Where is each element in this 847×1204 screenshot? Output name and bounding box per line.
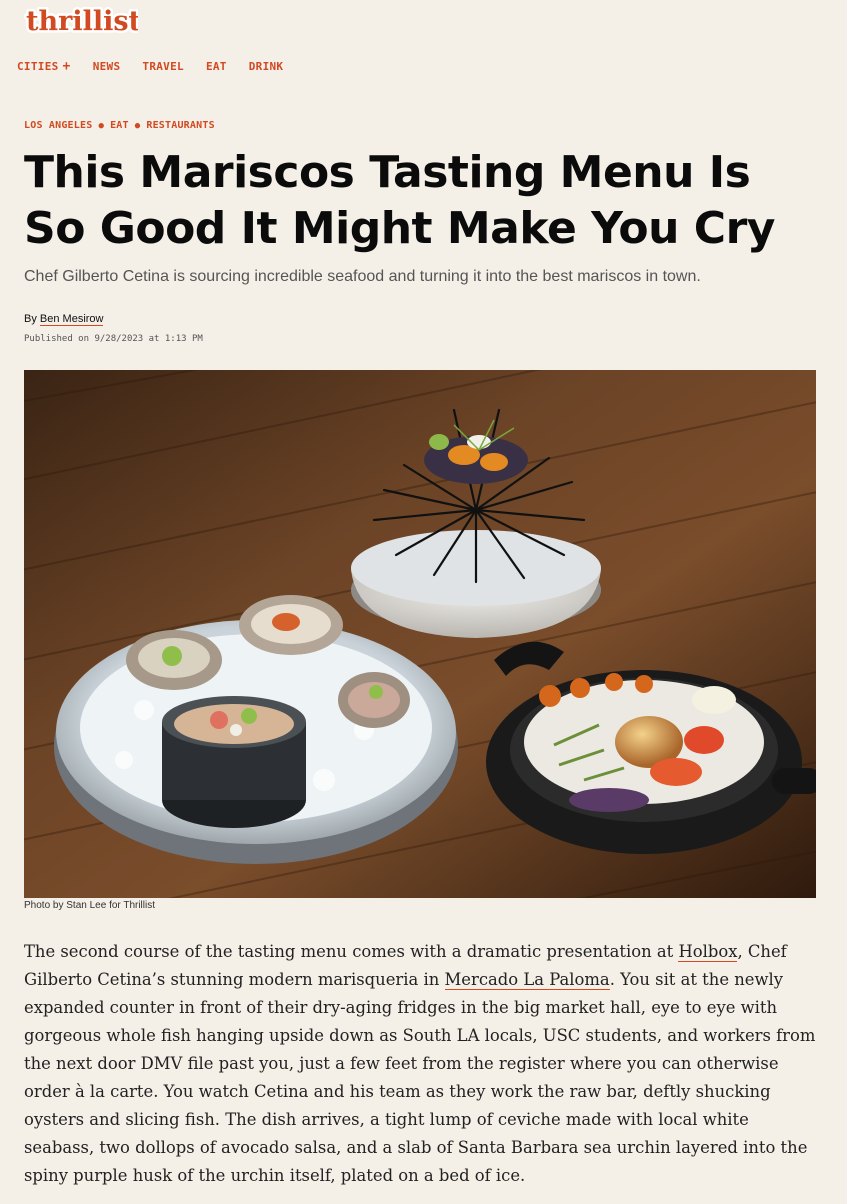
logo-wordmark: thrillist bbox=[24, 4, 138, 38]
breadcrumb-separator: ● bbox=[134, 120, 141, 131]
svg-text:thrillist: thrillist bbox=[26, 6, 138, 37]
thrillist-logo[interactable]: thrillist bbox=[24, 4, 138, 38]
byline: By Ben Mesirow bbox=[24, 313, 104, 326]
breadcrumb-restaurants[interactable]: RESTAURANTS bbox=[146, 120, 214, 131]
nav-item-drink[interactable]: DRINK bbox=[249, 60, 284, 73]
nav-item-eat[interactable]: EAT bbox=[206, 60, 227, 73]
breadcrumb-los-angeles[interactable]: LOS ANGELES bbox=[24, 120, 92, 131]
published-date: Published on 9/28/2023 at 1:13 PM bbox=[24, 334, 203, 344]
hero-image bbox=[24, 370, 816, 898]
body-text-segment: The second course of the tasting menu co… bbox=[24, 942, 679, 961]
nav-item-news[interactable]: NEWS bbox=[93, 60, 121, 73]
hero-caption: Photo by Stan Lee for Thrillist bbox=[24, 900, 155, 911]
article-paragraph: The second course of the tasting menu co… bbox=[24, 938, 824, 1190]
breadcrumb-eat[interactable]: EAT bbox=[110, 120, 129, 131]
hero-image-illustration bbox=[24, 370, 816, 898]
mercado-la-paloma-link[interactable]: Mercado La Paloma bbox=[444, 970, 610, 990]
byline-prefix: By bbox=[24, 313, 37, 325]
main-nav: CITIES + NEWS TRAVEL EAT DRINK bbox=[17, 57, 305, 75]
breadcrumb-separator: ● bbox=[98, 120, 105, 131]
article-body: The second course of the tasting menu co… bbox=[24, 938, 824, 1190]
body-text-segment: . You sit at the newly expanded counter … bbox=[24, 970, 816, 1185]
author-link[interactable]: Ben Mesirow bbox=[39, 313, 104, 326]
nav-item-label: CITIES bbox=[17, 59, 59, 73]
breadcrumb: LOS ANGELES ● EAT ● RESTAURANTS bbox=[24, 120, 215, 131]
article-dek: Chef Gilberto Cetina is sourcing incredi… bbox=[24, 268, 701, 285]
article-headline: This Mariscos Tasting Menu Is So Good It… bbox=[24, 147, 775, 254]
holbox-link[interactable]: Holbox bbox=[678, 942, 738, 962]
nav-item-travel[interactable]: TRAVEL bbox=[142, 60, 184, 73]
plus-icon: + bbox=[62, 58, 71, 74]
nav-item-cities[interactable]: CITIES + bbox=[17, 59, 71, 74]
